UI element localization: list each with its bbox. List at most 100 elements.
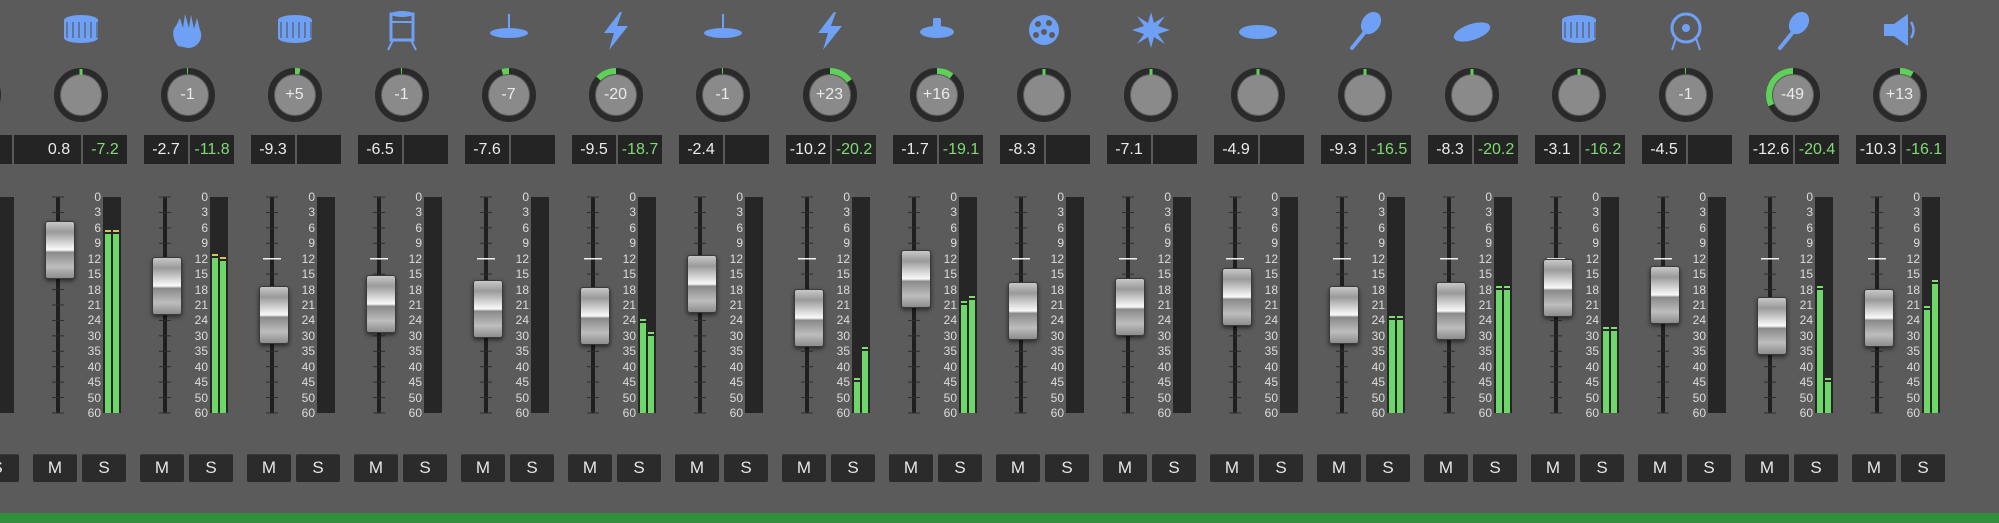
peak-value[interactable]: -16.5 xyxy=(1367,135,1411,164)
volume-value[interactable]: -4.9 xyxy=(1214,135,1258,164)
pan-knob[interactable]: -7 xyxy=(480,66,538,124)
pan-knob[interactable]: -1 xyxy=(373,66,431,124)
solo-button[interactable]: S xyxy=(82,454,126,482)
mute-button[interactable]: M xyxy=(1852,454,1896,482)
volume-value[interactable]: -12.6 xyxy=(1749,135,1793,164)
pan-knob[interactable]: -1 xyxy=(159,66,217,124)
hi-hat-icon[interactable] xyxy=(701,8,745,52)
volume-fader[interactable] xyxy=(473,279,503,338)
solo-button[interactable]: S xyxy=(724,454,768,482)
mute-button[interactable]: M xyxy=(1424,454,1468,482)
mute-button[interactable]: M xyxy=(568,454,612,482)
volume-value[interactable]: 0.8 xyxy=(37,135,81,164)
peak-value[interactable]: -18.7 xyxy=(618,135,662,164)
volume-fader[interactable] xyxy=(45,221,75,280)
pan-knob[interactable] xyxy=(1229,66,1287,124)
mute-button[interactable]: M xyxy=(1317,454,1361,482)
pan-knob[interactable]: +23 xyxy=(801,66,859,124)
pan-knob[interactable] xyxy=(1015,66,1073,124)
peak-value[interactable] xyxy=(1153,135,1197,164)
pan-knob[interactable] xyxy=(1443,66,1501,124)
mute-button[interactable]: M xyxy=(247,454,291,482)
shaker-ball-icon[interactable] xyxy=(1022,8,1066,52)
snare-drum-icon[interactable] xyxy=(1557,8,1601,52)
solo-button[interactable]: S xyxy=(1794,454,1838,482)
mute-button[interactable]: M xyxy=(1103,454,1147,482)
mute-button[interactable]: M xyxy=(889,454,933,482)
solo-button[interactable]: S xyxy=(510,454,554,482)
solo-button[interactable]: S xyxy=(831,454,875,482)
peak-value[interactable]: -7.2 xyxy=(83,135,127,164)
pan-knob[interactable]: -1 xyxy=(1657,66,1715,124)
maraca-icon[interactable] xyxy=(1771,8,1815,52)
peak-value[interactable]: -20.4 xyxy=(1795,135,1839,164)
volume-fader[interactable] xyxy=(1543,258,1573,317)
mute-button[interactable]: M xyxy=(461,454,505,482)
solo-button[interactable]: S xyxy=(403,454,447,482)
pan-knob[interactable]: -20 xyxy=(587,66,645,124)
solo-button[interactable]: S xyxy=(1366,454,1410,482)
peak-value[interactable] xyxy=(1046,135,1090,164)
peak-value[interactable]: -19.1 xyxy=(939,135,983,164)
mute-button[interactable]: M xyxy=(140,454,184,482)
volume-value[interactable]: -4.5 xyxy=(1642,135,1686,164)
peak-value[interactable]: -20.2 xyxy=(1474,135,1518,164)
peak-value[interactable]: -16.1 xyxy=(1902,135,1946,164)
peak-value[interactable]: -11.8 xyxy=(190,135,234,164)
solo-button[interactable]: S xyxy=(1045,454,1089,482)
snare-drum-icon[interactable] xyxy=(273,8,317,52)
cymbal-stand-icon[interactable] xyxy=(915,8,959,52)
volume-fader[interactable] xyxy=(901,249,931,308)
volume-value[interactable]: -9.5 xyxy=(572,135,616,164)
volume-fader[interactable] xyxy=(259,286,289,345)
volume-value[interactable]: -9.3 xyxy=(1321,135,1365,164)
mute-button[interactable]: M xyxy=(996,454,1040,482)
volume-value[interactable]: -10.3 xyxy=(1856,135,1900,164)
mute-button[interactable]: M xyxy=(354,454,398,482)
solo-button[interactable]: S xyxy=(1473,454,1517,482)
solo-button[interactable]: S xyxy=(0,454,19,482)
speaker-icon[interactable] xyxy=(1878,8,1922,52)
maraca-icon[interactable] xyxy=(1343,8,1387,52)
solo-button[interactable]: S xyxy=(189,454,233,482)
peak-value[interactable] xyxy=(725,135,769,164)
hand-clap-icon[interactable] xyxy=(166,8,210,52)
volume-value[interactable]: -3.1 xyxy=(1535,135,1579,164)
pan-knob[interactable]: +13 xyxy=(1871,66,1929,124)
peak-value[interactable] xyxy=(404,135,448,164)
lightning-icon[interactable] xyxy=(808,8,852,52)
pan-knob[interactable]: -1 xyxy=(694,66,752,124)
volume-value[interactable]: -6.5 xyxy=(358,135,402,164)
volume-value[interactable]: .2 xyxy=(0,135,12,164)
mute-button[interactable]: M xyxy=(675,454,719,482)
solo-button[interactable]: S xyxy=(617,454,661,482)
volume-fader[interactable] xyxy=(687,254,717,313)
peak-value[interactable]: -16.2 xyxy=(1581,135,1625,164)
solo-button[interactable]: S xyxy=(1259,454,1303,482)
hi-hat-icon[interactable] xyxy=(487,8,531,52)
pan-knob[interactable]: +5 xyxy=(266,66,324,124)
volume-fader[interactable] xyxy=(1222,268,1252,327)
volume-value[interactable]: -7.1 xyxy=(1107,135,1151,164)
pan-knob[interactable] xyxy=(1122,66,1180,124)
peak-value[interactable]: -20.2 xyxy=(832,135,876,164)
volume-fader[interactable] xyxy=(1436,282,1466,341)
volume-fader[interactable] xyxy=(580,286,610,345)
volume-value[interactable]: -8.3 xyxy=(1428,135,1472,164)
pan-knob[interactable] xyxy=(52,66,110,124)
peak-value[interactable] xyxy=(297,135,341,164)
volume-value[interactable]: -2.4 xyxy=(679,135,723,164)
solo-button[interactable]: S xyxy=(1901,454,1945,482)
cymbal-disc-icon[interactable] xyxy=(1236,8,1280,52)
pan-knob[interactable]: +16 xyxy=(908,66,966,124)
mute-button[interactable]: M xyxy=(1210,454,1254,482)
volume-fader[interactable] xyxy=(152,256,182,315)
volume-fader[interactable] xyxy=(1008,282,1038,341)
mute-button[interactable]: M xyxy=(1745,454,1789,482)
volume-value[interactable]: -1.7 xyxy=(893,135,937,164)
pan-knob[interactable] xyxy=(0,66,3,124)
mute-button[interactable]: M xyxy=(33,454,77,482)
volume-value[interactable]: -10.2 xyxy=(786,135,830,164)
solo-button[interactable]: S xyxy=(296,454,340,482)
mute-button[interactable]: M xyxy=(1638,454,1682,482)
